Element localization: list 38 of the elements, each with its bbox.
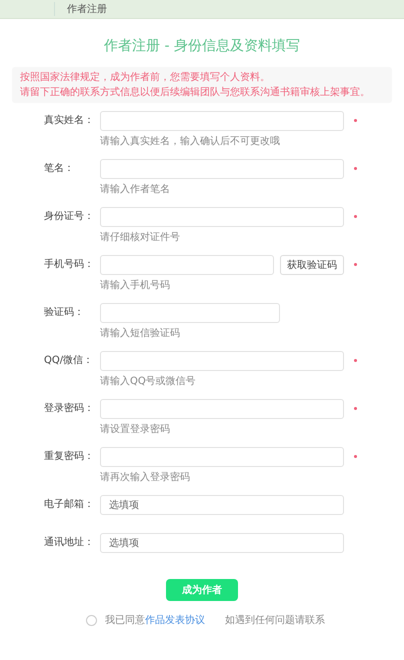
agreement-link[interactable]: 作品发表协议 bbox=[145, 613, 205, 627]
input-field[interactable] bbox=[100, 399, 344, 419]
field-hint: 请仔细核对证件号 bbox=[100, 230, 181, 244]
get-code-button[interactable]: 获取验证码 bbox=[280, 255, 344, 275]
field-hint: 请输入作者笔名 bbox=[100, 182, 171, 196]
input-field[interactable] bbox=[100, 303, 280, 323]
input-field[interactable] bbox=[100, 447, 344, 467]
field-hint: 请输入真实姓名，输入确认后不可更改哦 bbox=[100, 134, 281, 148]
agree-text: 我已同意 bbox=[105, 614, 145, 627]
field-hint: 请输入手机号码 bbox=[100, 278, 171, 292]
field-label: 身份证号： bbox=[44, 210, 95, 224]
help-text: 如遇到任何问题请联系 bbox=[225, 614, 325, 627]
field-hint: 请输入短信验证码 bbox=[100, 326, 181, 340]
field-label: 手机号码： bbox=[44, 258, 95, 272]
notice-text: 按照国家法律规定，成为作者前，您需要填写个人资料。 bbox=[20, 71, 271, 84]
field-label: 笔名： bbox=[44, 162, 75, 176]
input-field[interactable] bbox=[100, 159, 344, 179]
input-field[interactable]: 选填项 bbox=[100, 533, 344, 553]
field-label: 登录密码： bbox=[44, 402, 95, 416]
field-label: 重复密码： bbox=[44, 450, 95, 464]
field-label: 通讯地址： bbox=[44, 536, 95, 550]
field-label: QQ/微信： bbox=[44, 354, 94, 368]
field-label: 电子邮箱： bbox=[44, 498, 95, 512]
input-field[interactable] bbox=[100, 351, 344, 371]
field-hint: 请再次输入登录密码 bbox=[100, 470, 191, 484]
field-hint: 请输入QQ号或微信号 bbox=[100, 374, 197, 388]
field-label: 真实姓名： bbox=[44, 114, 95, 128]
page-title: 作者注册 - 身份信息及资料填写 bbox=[103, 37, 301, 55]
notice-text: 请留下正确的联系方式信息以便后续编辑团队与您联系沟通书籍审核上架事宜。 bbox=[20, 86, 371, 99]
header-title: 作者注册 bbox=[54, 2, 107, 16]
submit-button[interactable]: 成为作者 bbox=[166, 579, 238, 601]
input-field[interactable] bbox=[100, 111, 344, 131]
field-label: 验证码： bbox=[44, 306, 85, 320]
field-hint: 请设置登录密码 bbox=[100, 422, 171, 436]
agree-checkbox[interactable] bbox=[86, 614, 97, 626]
input-field[interactable]: 选填项 bbox=[100, 495, 344, 515]
input-field[interactable] bbox=[100, 255, 274, 275]
input-field[interactable] bbox=[100, 207, 344, 227]
